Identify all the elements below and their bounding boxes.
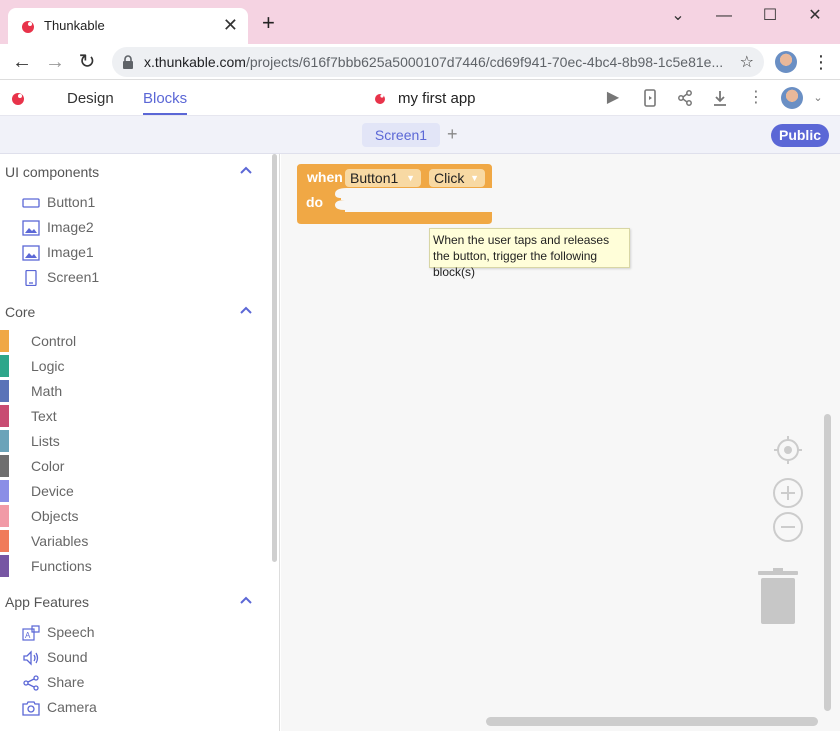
browser-tabstrip: Thunkable ✕ + ⌄ — ☐ ✕ — [0, 0, 840, 44]
tab-close-icon[interactable]: ✕ — [223, 15, 238, 35]
event-dropdown[interactable]: Click ▼ — [429, 169, 485, 187]
address-bar[interactable]: x.thunkable.com/projects/616f7bbb625a500… — [112, 47, 764, 77]
category-swatch — [0, 505, 9, 527]
close-window-button[interactable]: ✕ — [803, 8, 827, 24]
tab-title: Thunkable — [44, 18, 105, 33]
screen-bar: Screen1 + — [0, 116, 840, 154]
bookmark-star-icon[interactable]: ☆ — [740, 52, 754, 72]
download-icon[interactable] — [710, 88, 730, 108]
category-swatch — [0, 355, 9, 377]
more-options-icon[interactable]: ⋮ — [746, 88, 766, 108]
category-swatch — [0, 430, 9, 452]
image-icon — [22, 220, 40, 236]
tab-design[interactable]: Design — [67, 90, 114, 107]
dropdown-arrow-icon: ▼ — [470, 173, 479, 183]
tab-search-icon[interactable]: ⌄ — [666, 8, 690, 24]
zoom-in-icon[interactable] — [772, 477, 804, 509]
public-button[interactable]: Public — [771, 124, 829, 147]
blocks-sidebar: UI components Button1 Image2 Image1 Scre… — [0, 154, 280, 731]
back-icon[interactable]: ← — [10, 50, 34, 74]
image-icon — [22, 245, 40, 261]
screen-icon — [25, 270, 37, 286]
reload-icon[interactable]: ↻ — [75, 50, 99, 74]
category-swatch — [0, 405, 9, 427]
trash-icon[interactable] — [757, 568, 799, 624]
component-dropdown[interactable]: Button1 ▼ — [345, 169, 421, 187]
block-do-label: do — [306, 194, 324, 210]
dropdown-arrow-icon: ▼ — [406, 173, 415, 183]
recenter-icon[interactable] — [772, 434, 804, 466]
core-item-device[interactable]: Device — [0, 480, 240, 502]
user-avatar[interactable] — [781, 87, 803, 109]
collapse-caret-icon[interactable] — [240, 166, 252, 174]
project-title[interactable]: my first app — [398, 90, 476, 107]
zoom-out-icon[interactable] — [772, 511, 804, 543]
block-when-label: when — [307, 169, 343, 185]
core-item-functions[interactable]: Functions — [0, 555, 240, 577]
core-item-variables[interactable]: Variables — [0, 530, 240, 552]
tab-blocks[interactable]: Blocks — [143, 90, 187, 107]
when-button-click-block[interactable]: when Button1 ▼ Click ▼ do — [297, 164, 492, 224]
button-icon — [22, 198, 40, 208]
workspace-vertical-scrollbar[interactable] — [824, 414, 831, 711]
browser-profile-avatar[interactable] — [775, 51, 797, 73]
camera-icon — [22, 701, 40, 716]
core-item-lists[interactable]: Lists — [0, 430, 240, 452]
share-icon — [23, 675, 39, 691]
app-features-heading: App Features — [5, 594, 90, 610]
category-swatch — [0, 530, 9, 552]
category-swatch — [0, 380, 9, 402]
category-swatch — [0, 555, 9, 577]
forward-icon[interactable]: → — [43, 50, 67, 74]
block-tooltip: When the user taps and releases the butt… — [429, 228, 630, 279]
play-icon[interactable]: ▶ — [603, 88, 623, 108]
core-heading: Core — [5, 304, 36, 320]
browser-tab[interactable]: Thunkable ✕ — [8, 8, 248, 44]
core-item-objects[interactable]: Objects — [0, 505, 240, 527]
core-item-math[interactable]: Math — [0, 380, 240, 402]
core-item-color[interactable]: Color — [0, 455, 240, 477]
category-swatch — [0, 330, 9, 352]
collapse-caret-icon[interactable] — [240, 596, 252, 604]
svg-text:A: A — [25, 631, 31, 640]
url-text: x.thunkable.com/projects/616f7bbb625a500… — [144, 54, 724, 70]
chevron-down-icon[interactable]: ⌄ — [808, 88, 828, 108]
minimize-button[interactable]: — — [712, 8, 736, 24]
maximize-button[interactable]: ☐ — [758, 8, 782, 24]
app-header: Design Blocks my first app ▶ ⋮ ⌄ — [0, 80, 840, 116]
blocks-workspace[interactable]: when Button1 ▼ Click ▼ do When the user ta… — [281, 154, 840, 731]
collapse-caret-icon[interactable] — [240, 306, 252, 314]
category-swatch — [0, 455, 9, 477]
screen-tab-screen1[interactable]: Screen1 — [362, 123, 440, 147]
browser-toolbar: ← → ↻ x.thunkable.com/projects/616f7bbb6… — [0, 44, 840, 80]
new-tab-button[interactable]: + — [262, 12, 275, 34]
speech-icon: A — [22, 625, 40, 641]
project-icon — [375, 94, 385, 104]
lock-icon — [123, 55, 133, 69]
share-icon[interactable] — [675, 88, 695, 108]
ui-components-heading: UI components — [5, 164, 100, 180]
add-screen-button[interactable]: + — [447, 124, 458, 144]
core-item-text[interactable]: Text — [0, 405, 240, 427]
category-swatch — [0, 480, 9, 502]
core-item-control[interactable]: Control — [0, 330, 240, 352]
sidebar-scrollbar[interactable] — [272, 154, 277, 562]
sound-icon — [23, 650, 39, 666]
core-item-logic[interactable]: Logic — [0, 355, 240, 377]
workspace-horizontal-scrollbar[interactable] — [486, 717, 818, 726]
thunkable-logo-icon[interactable] — [10, 90, 26, 106]
live-test-icon[interactable] — [640, 88, 660, 108]
thunkable-favicon-icon — [22, 21, 34, 33]
browser-menu-icon[interactable]: ⋮ — [812, 53, 830, 71]
active-tab-indicator — [143, 113, 187, 115]
